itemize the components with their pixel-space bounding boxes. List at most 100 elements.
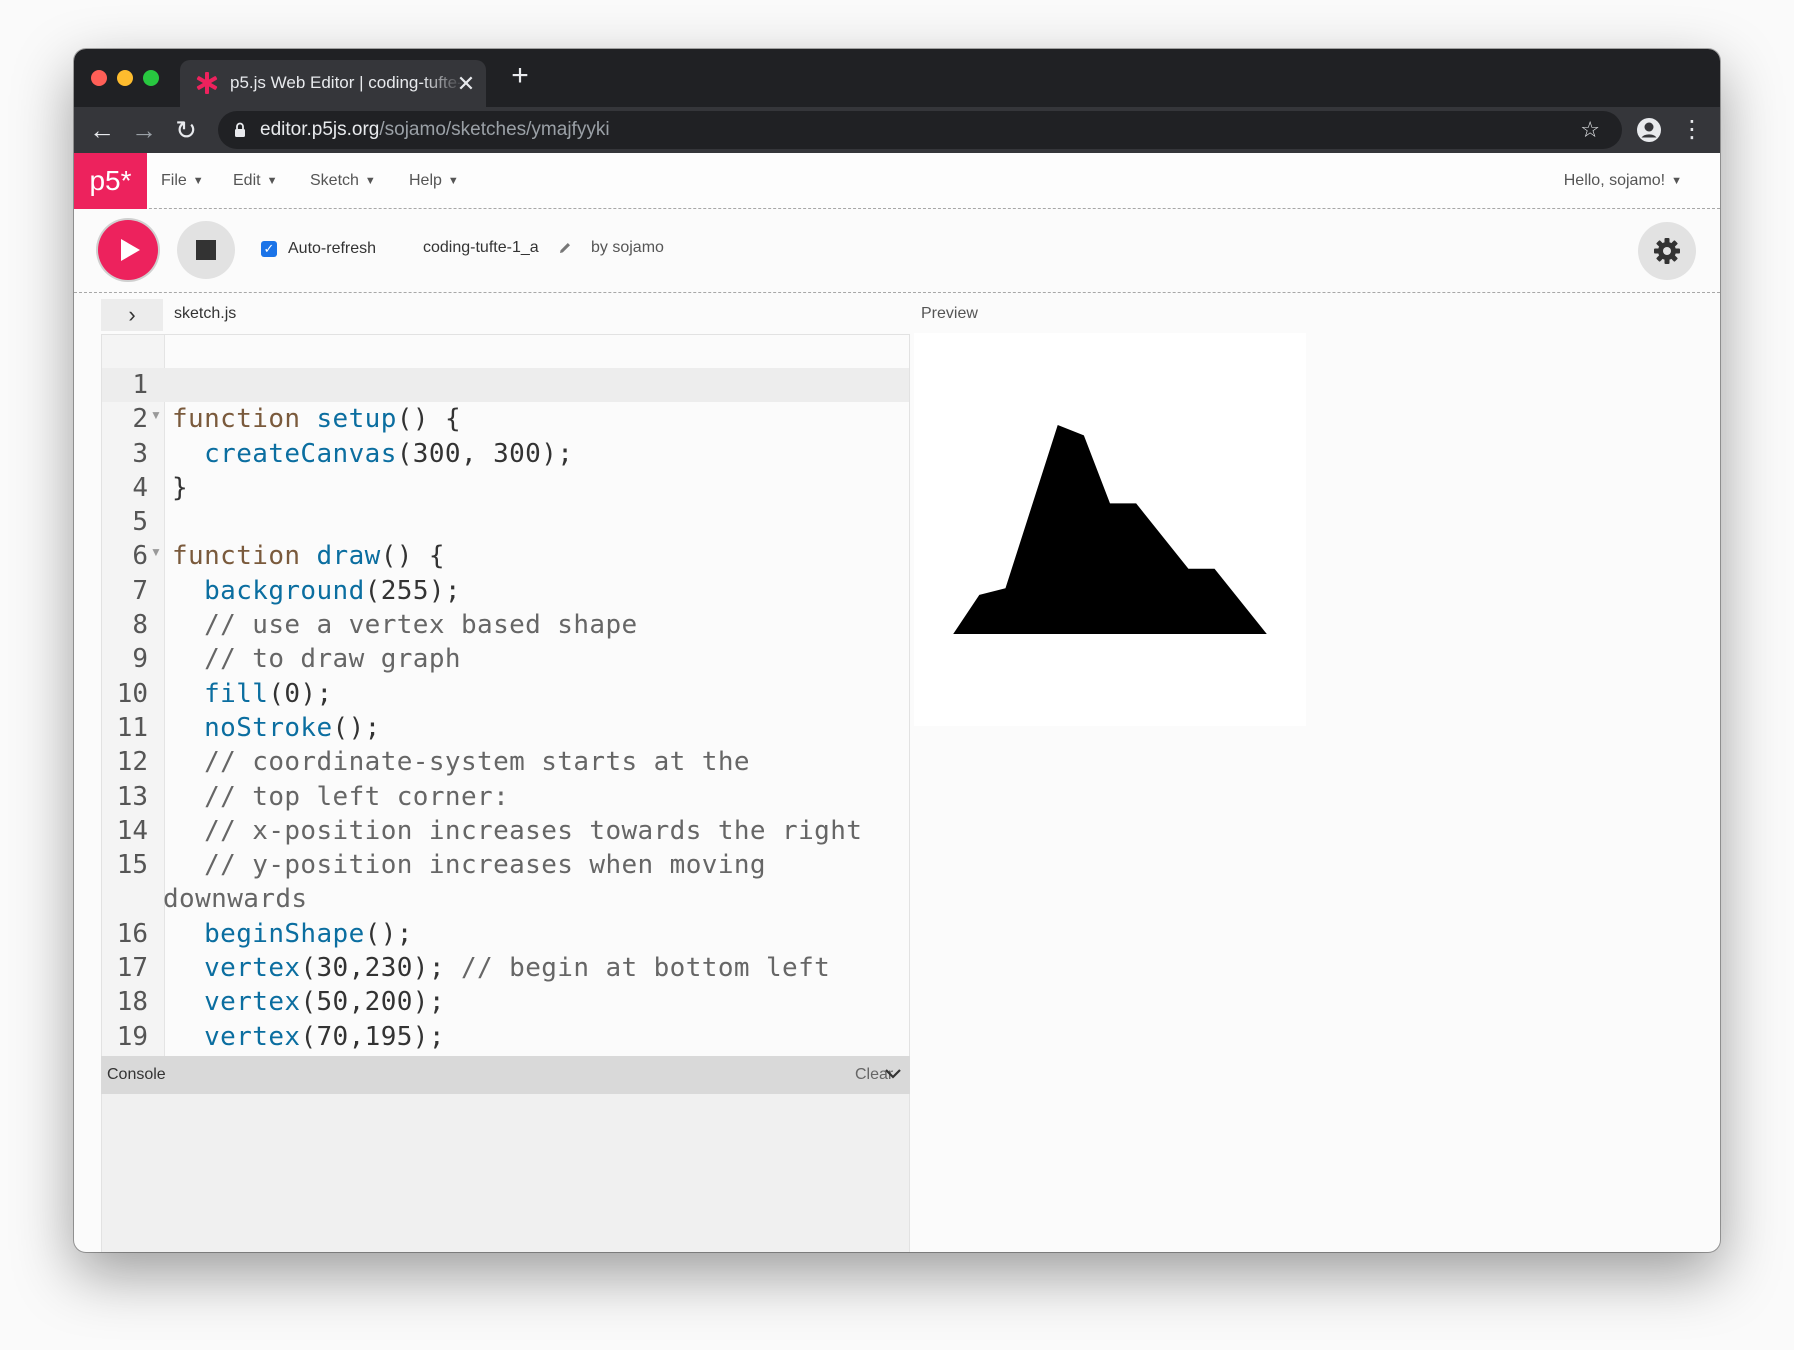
caret-down-icon: ▼ — [447, 175, 459, 187]
line-number: 13 — [116, 781, 148, 812]
menu-sketch-label: Sketch — [310, 172, 359, 189]
preview-label: Preview — [921, 305, 978, 322]
lock-icon — [235, 122, 245, 137]
line-number: 19 — [116, 1021, 148, 1052]
sketch-output — [953, 424, 1267, 635]
line-number: 10 — [116, 678, 148, 709]
line-number: 15 — [116, 850, 148, 881]
file-tab-sketch-js[interactable]: sketch.js — [174, 305, 236, 323]
forward-arrow-icon[interactable]: → — [130, 116, 158, 144]
code-line: 12 // coordinate-system starts at the — [102, 745, 909, 779]
code-text: downwards — [163, 884, 308, 915]
menu-edit-label: Edit — [233, 172, 261, 189]
auto-refresh-checkbox[interactable]: ✓ — [261, 241, 277, 257]
menu-file[interactable]: File ▼ — [161, 153, 204, 209]
back-arrow-icon[interactable]: ← — [88, 116, 116, 144]
user-menu[interactable]: Hello, sojamo! ▼ — [1564, 153, 1682, 209]
fold-arrow-icon[interactable]: ▼ — [150, 402, 162, 428]
sidebar-toggle-button[interactable]: › — [101, 299, 163, 331]
browser-menu-icon[interactable]: ⋮ — [1680, 115, 1704, 145]
maximize-window-button[interactable] — [143, 70, 159, 86]
code-text: // use a vertex based shape — [204, 610, 638, 641]
menu-edit[interactable]: Edit ▼ — [233, 153, 277, 209]
code-text: beginShape(); — [204, 918, 413, 949]
user-greeting: Hello, sojamo! — [1563, 172, 1666, 189]
caret-down-icon: ▼ — [364, 175, 376, 187]
code-text: vertex(30,230); // begin at bottom left — [204, 953, 831, 984]
account-icon[interactable] — [1636, 117, 1662, 143]
preview-canvas[interactable] — [914, 333, 1306, 726]
console-header: Console Clear — [101, 1056, 910, 1094]
code-line: 19 vertex(70,195); — [102, 1020, 909, 1054]
line-number: 16 — [116, 918, 148, 949]
code-line: 15 // y-position increases when moving — [102, 848, 909, 882]
line-number: 2 — [132, 404, 148, 435]
line-number: 1 — [132, 370, 148, 400]
project-owner[interactable]: by sojamo — [591, 239, 664, 257]
code-line: 17 vertex(30,230); // begin at bottom le… — [102, 951, 909, 985]
play-button[interactable] — [98, 220, 158, 280]
line-number: 9 — [132, 644, 148, 675]
line-number: 14 — [116, 815, 148, 846]
code-text: fill(0); — [204, 678, 333, 709]
code-text: noStroke(); — [204, 712, 381, 743]
menu-help[interactable]: Help ▼ — [409, 153, 459, 209]
browser-toolbar: ← → ↻ editor.p5js.org/sojamo/sketches/ym… — [74, 107, 1720, 153]
sketch-toolbar: ✓ Auto-refresh coding-tufte-1_a by sojam… — [74, 209, 1720, 293]
browser-tab[interactable]: p5.js Web Editor | coding-tufte-1_a ✕ — [180, 60, 486, 107]
code-text: // coordinate-system starts at the — [204, 747, 750, 778]
code-line: 7 background(255); — [102, 574, 909, 608]
menu-help-label: Help — [409, 172, 442, 189]
code-line: 4} — [102, 471, 909, 505]
line-number: 12 — [116, 747, 148, 778]
code-line: 3 createCanvas(300, 300); — [102, 437, 909, 471]
code-line: 11 noStroke(); — [102, 711, 909, 745]
line-number: 4 — [132, 472, 148, 503]
line-number: 6 — [132, 541, 148, 572]
line-number: 17 — [116, 953, 148, 984]
project-name[interactable]: coding-tufte-1_a — [423, 239, 539, 257]
code-line: 18 vertex(50,200); — [102, 985, 909, 1019]
code-text: // top left corner: — [204, 781, 510, 812]
close-tab-icon[interactable]: ✕ — [455, 73, 477, 95]
p5-logo[interactable]: p5* — [74, 153, 147, 209]
bookmark-star-icon[interactable]: ☆ — [1580, 119, 1600, 141]
stop-button[interactable] — [177, 221, 235, 279]
code-text: } — [172, 472, 189, 503]
code-line: 16 beginShape(); — [102, 917, 909, 951]
settings-button[interactable] — [1638, 222, 1696, 280]
play-icon — [121, 239, 140, 261]
code-line: 1 — [102, 368, 909, 402]
caret-down-icon: ▼ — [192, 175, 204, 187]
new-tab-icon[interactable]: + — [505, 61, 535, 91]
caret-down-icon: ▼ — [266, 175, 278, 187]
console-title: Console — [107, 1066, 166, 1083]
close-window-button[interactable] — [91, 70, 107, 86]
menu-sketch[interactable]: Sketch ▼ — [310, 153, 376, 209]
address-bar[interactable]: editor.p5js.org/sojamo/sketches/ymajfyyk… — [218, 111, 1622, 149]
code-text: createCanvas(300, 300); — [204, 438, 574, 469]
code-line-wrapped: downwards — [102, 882, 909, 916]
fold-arrow-icon[interactable]: ▼ — [150, 539, 162, 565]
console-output[interactable] — [101, 1094, 910, 1252]
p5-asterisk-icon — [196, 72, 218, 94]
chevron-down-icon[interactable] — [883, 1064, 903, 1084]
menu-file-label: File — [161, 172, 187, 189]
code-line: 8 // use a vertex based shape — [102, 608, 909, 642]
caret-down-icon: ▼ — [1671, 175, 1682, 187]
gear-icon — [1654, 238, 1680, 264]
code-text: vertex(50,200); — [204, 987, 445, 1018]
code-text: background(255); — [204, 575, 461, 606]
code-line: 14 // x-position increases towards the r… — [102, 814, 909, 848]
pencil-icon[interactable] — [558, 241, 572, 255]
p5-navbar: p5* File ▼ Edit ▼ Sketch ▼ Help ▼ Hello, soj… — [74, 153, 1720, 209]
reload-icon[interactable]: ↻ — [172, 116, 200, 144]
line-number: 11 — [116, 712, 148, 743]
code-line: 10 fill(0); — [102, 677, 909, 711]
code-editor[interactable]: 1 2 ▼ function setup() {3 createCanvas(300,… — [101, 334, 910, 1056]
minimize-window-button[interactable] — [117, 70, 133, 86]
line-number: 5 — [132, 507, 148, 538]
browser-window: p5.js Web Editor | coding-tufte-1_a ✕ + … — [74, 49, 1720, 1252]
auto-refresh-label: Auto-refresh — [288, 240, 377, 257]
stop-icon — [196, 240, 216, 260]
